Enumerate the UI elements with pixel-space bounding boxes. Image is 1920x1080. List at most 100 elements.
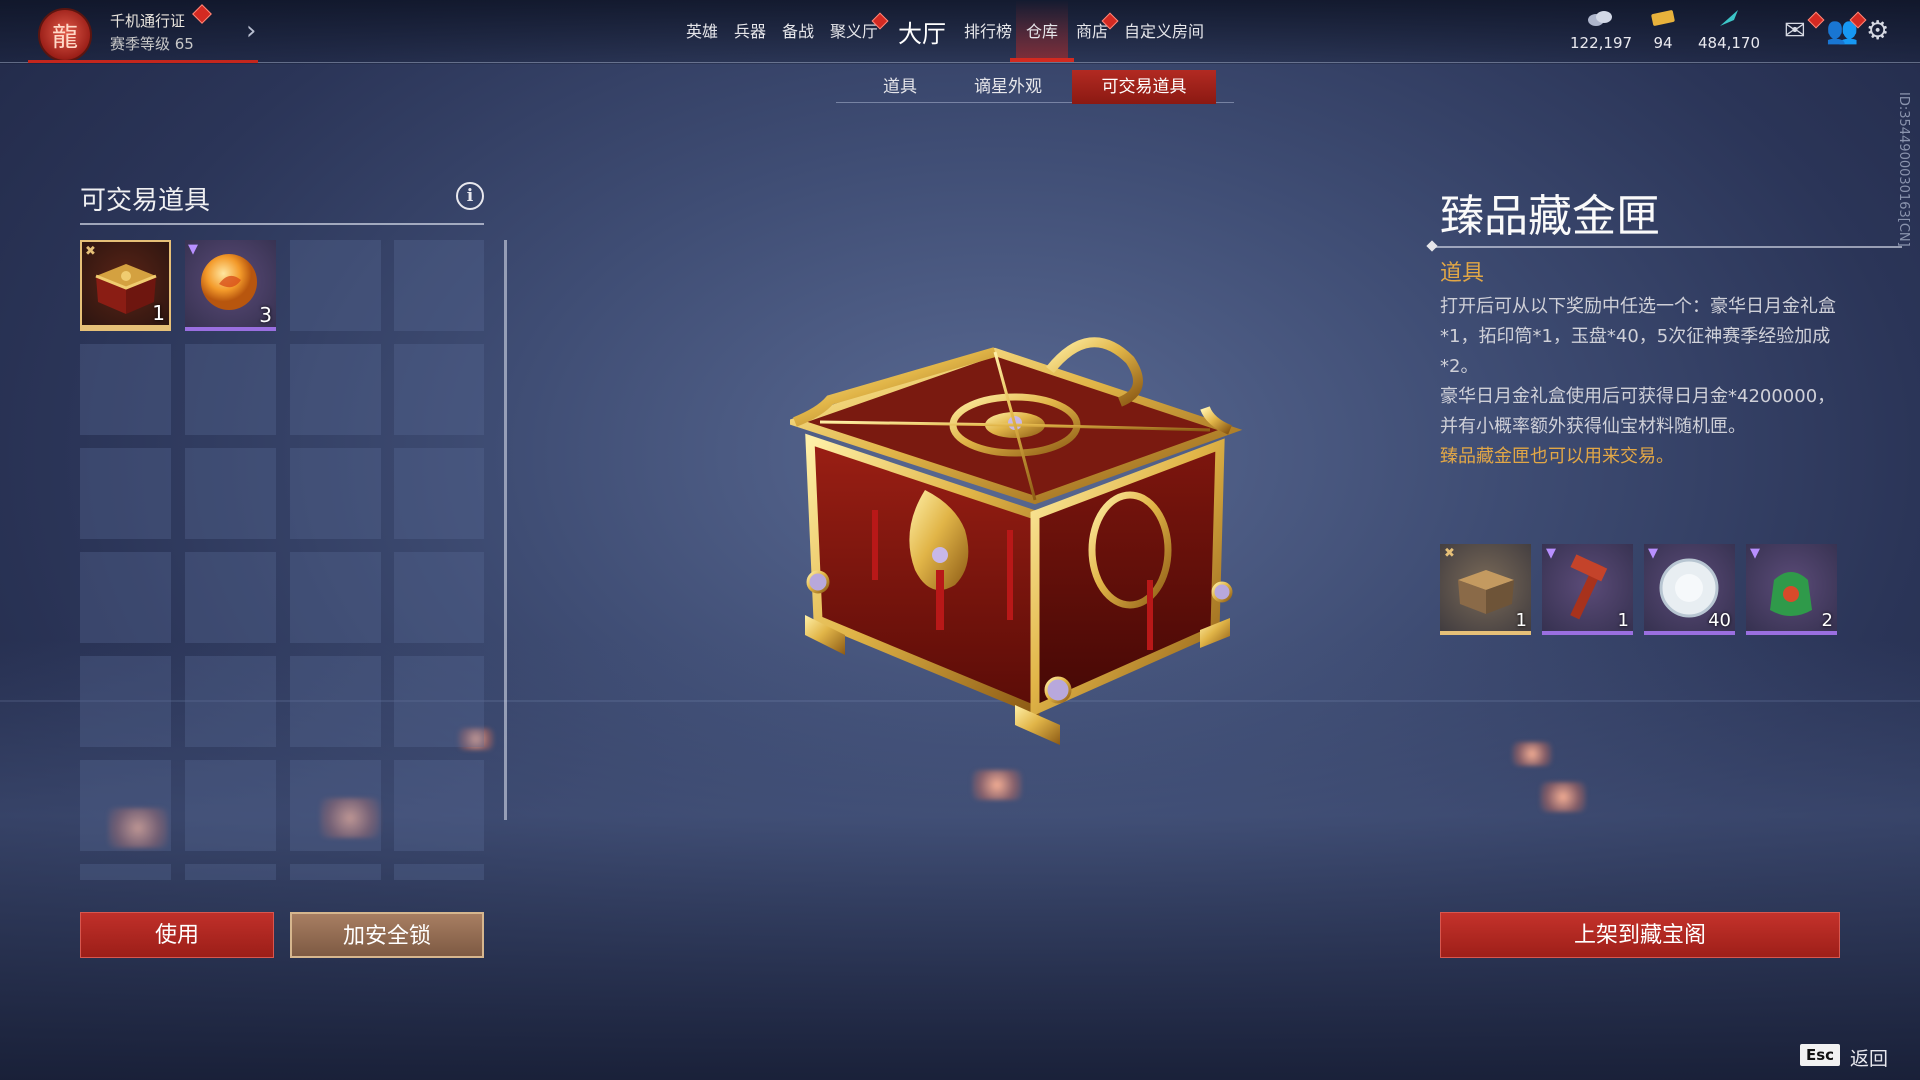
inventory-slot-empty[interactable] (80, 448, 171, 539)
reward-quantity: 2 (1821, 610, 1833, 631)
quality-bar (1746, 631, 1837, 635)
inventory-slot-empty[interactable] (290, 344, 381, 435)
quality-bar (1542, 631, 1633, 635)
quality-mark-icon: ▼ (1750, 546, 1760, 561)
currency-coins[interactable]: 122,197 (1570, 8, 1633, 52)
season-level: 赛季等级 65 (110, 35, 194, 53)
player-id: ID:3544900030163[CN] (1896, 92, 1911, 247)
inventory-slot-empty[interactable] (185, 864, 276, 880)
lantern-decoration (1540, 782, 1586, 812)
lantern-decoration (972, 770, 1022, 800)
ticket-icon (1651, 10, 1675, 26)
detail-divider (1432, 246, 1902, 248)
mail-icon[interactable]: ✉ (1784, 16, 1806, 46)
top-bar-divider (0, 62, 1920, 63)
info-icon[interactable]: i (456, 182, 484, 210)
inventory-slot-empty[interactable] (80, 864, 171, 880)
nav-prepare[interactable]: 备战 (782, 18, 814, 42)
reward-gift-box[interactable]: ✖ 1 (1440, 544, 1531, 635)
description-paragraph: 豪华日月金礼盒使用后可获得日月金*4200000，并有小概率额外获得仙宝材料随机… (1440, 386, 1836, 437)
tradable-note: 臻品藏金匣也可以用来交易。 (1440, 446, 1674, 467)
inventory-slot-empty[interactable] (290, 760, 381, 851)
inventory-slot-empty[interactable] (394, 448, 484, 539)
panel-title: 可交易道具 (80, 186, 211, 216)
reward-quantity: 1 (1515, 610, 1527, 631)
tab-items[interactable]: 道具 (860, 70, 940, 104)
divider-diamond (1426, 240, 1438, 252)
coins-value: 122,197 (1570, 34, 1633, 52)
inventory-slot-empty[interactable] (185, 760, 276, 851)
tickets-value: 94 (1653, 34, 1673, 52)
quality-mark-icon: ▼ (1648, 546, 1658, 561)
item-description: 打开后可从以下奖励中任选一个：豪华日月金礼盒*1，拓印筒*1，玉盘*40，5次征… (1440, 292, 1840, 472)
inventory-slot-empty[interactable] (290, 552, 381, 643)
reward-quantity: 40 (1708, 610, 1731, 631)
back-label[interactable]: 返回 (1850, 1044, 1888, 1071)
inventory-slot-empty[interactable] (394, 656, 484, 747)
quality-bar (82, 325, 169, 329)
inventory-grid: ✖ 1 ▼ 3 (80, 240, 484, 880)
add-lock-button[interactable]: 加安全锁 (290, 912, 484, 958)
inventory-scrollbar[interactable] (504, 240, 507, 820)
inventory-slot-empty[interactable] (185, 552, 276, 643)
treasure-chest-model[interactable] (790, 330, 1260, 750)
quality-mark-icon: ✖ (85, 244, 96, 259)
inventory-slot-empty[interactable] (185, 656, 276, 747)
nav-warehouse[interactable]: 仓库 (1026, 18, 1058, 42)
nav-weapons[interactable]: 兵器 (734, 18, 766, 42)
inventory-slot-empty[interactable] (394, 760, 484, 851)
inventory-slot-empty[interactable] (185, 344, 276, 435)
inventory-slot-empty[interactable] (290, 448, 381, 539)
nav-heroes[interactable]: 英雄 (686, 18, 718, 42)
nav-leaderboard[interactable]: 排行榜 (964, 18, 1012, 42)
gear-icon[interactable]: ⚙ (1866, 16, 1889, 46)
quality-bar (1644, 631, 1735, 635)
nav-guild-hall[interactable]: 聚义厅 (830, 18, 878, 42)
nav-custom-room[interactable]: 自定义房间 (1124, 18, 1204, 42)
reward-quantity: 1 (1617, 610, 1629, 631)
inventory-slot-empty[interactable] (394, 344, 484, 435)
item-name: 臻品藏金匣 (1440, 191, 1660, 242)
inventory-slot[interactable]: ▼ 3 (185, 240, 276, 331)
dragon-emblem-icon: 龍 (51, 22, 78, 53)
top-bar (0, 0, 1920, 64)
inventory-slot-empty[interactable] (394, 864, 484, 880)
quality-bar (185, 327, 276, 331)
currency-tickets[interactable]: 94 (1646, 8, 1680, 52)
inventory-slot-empty[interactable] (394, 240, 484, 331)
panel-divider (80, 223, 484, 225)
feather-icon (1720, 10, 1738, 26)
coin-pile-icon (1588, 11, 1612, 26)
chevron-right-icon[interactable]: › (246, 16, 256, 46)
nav-lobby[interactable]: 大厅 (898, 14, 946, 49)
quality-mark-icon: ▼ (1546, 546, 1556, 561)
reward-stamp-tube[interactable]: ▼ 1 (1542, 544, 1633, 635)
lantern-decoration (1512, 742, 1552, 766)
inventory-slot-empty[interactable] (290, 864, 381, 880)
item-quantity: 1 (152, 301, 165, 325)
inventory-slot-empty[interactable] (185, 448, 276, 539)
tab-tradable-items[interactable]: 可交易道具 (1072, 70, 1216, 104)
inventory-slot-empty[interactable] (394, 552, 484, 643)
use-button[interactable]: 使用 (80, 912, 274, 958)
inventory-slot-empty[interactable] (80, 760, 171, 851)
player-avatar[interactable]: 龍 (38, 8, 92, 62)
list-on-market-button[interactable]: 上架到藏宝阁 (1440, 912, 1840, 958)
inventory-slot-empty[interactable] (80, 552, 171, 643)
tab-appearance[interactable]: 谪星外观 (958, 70, 1058, 104)
quality-bar (1440, 631, 1531, 635)
reward-jade-plate[interactable]: ▼ 40 (1644, 544, 1735, 635)
reward-exp-boost[interactable]: ▼ 2 (1746, 544, 1837, 635)
inventory-slot-empty[interactable] (290, 656, 381, 747)
inventory-slot-empty[interactable] (80, 656, 171, 747)
inventory-slot-empty[interactable] (80, 344, 171, 435)
feathers-value: 484,170 (1697, 34, 1761, 52)
currency-feathers[interactable]: 484,170 (1696, 8, 1762, 52)
inventory-slot-empty[interactable] (290, 240, 381, 331)
esc-key[interactable]: Esc (1800, 1044, 1841, 1066)
battle-pass-title[interactable]: 千机通行证 (110, 10, 185, 31)
inventory-slot[interactable]: ✖ 1 (80, 240, 171, 331)
description-paragraph: 打开后可从以下奖励中任选一个：豪华日月金礼盒*1，拓印筒*1，玉盘*40，5次征… (1440, 296, 1836, 377)
nav-active-bar (1010, 58, 1074, 62)
item-type: 道具 (1440, 261, 1485, 286)
